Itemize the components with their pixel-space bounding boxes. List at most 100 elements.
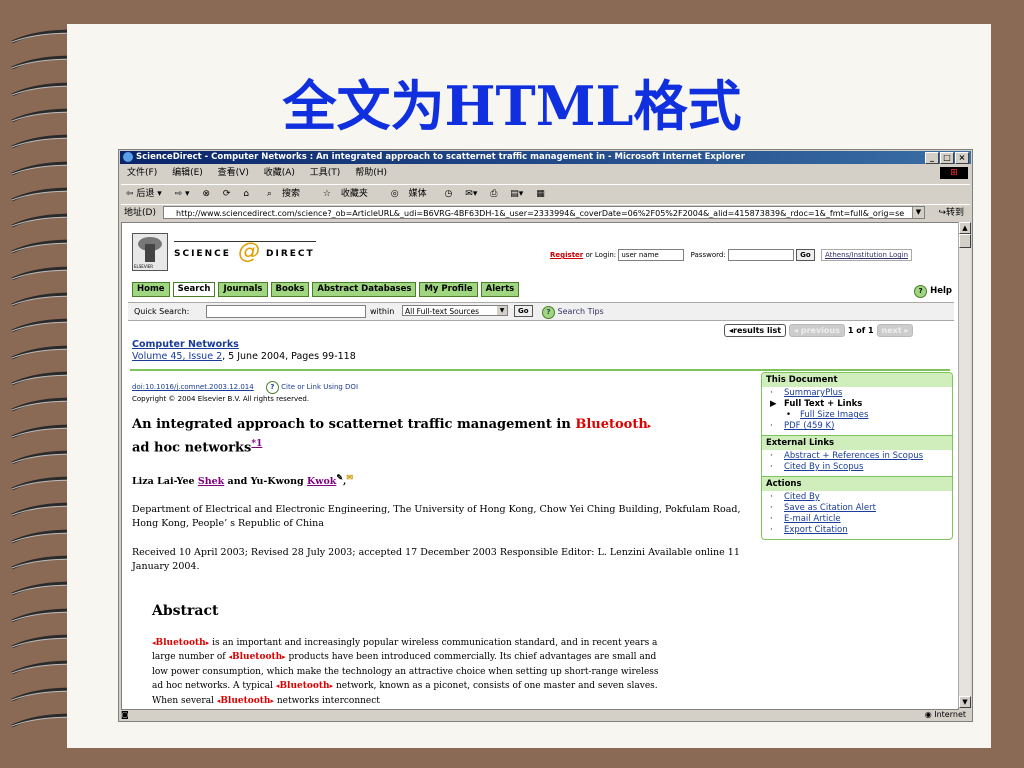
help-link[interactable]: ? Help xyxy=(914,285,952,298)
minimize-button[interactable]: _ xyxy=(925,152,939,164)
browser-toolbar: ⇦ 后退 ▾ ⇨ ▾ ⊗ ⟳ ⌂ ⌕ 搜索 ☆ 收藏夹 ◎ 媒体 ◷ ✉▾ ⎙ ▤▾ … xyxy=(121,184,970,203)
media-icon: ◎ xyxy=(390,189,399,199)
star-icon: ☆ xyxy=(322,189,331,199)
search-icon: ⌕ xyxy=(266,189,272,199)
email-icon[interactable]: ✉ xyxy=(346,473,353,482)
window-title: ScienceDirect - Computer Networks : An i… xyxy=(136,152,745,162)
chevron-down-icon: ▼ xyxy=(497,306,507,315)
doi-link[interactable]: doi:10.1016/j.comnet.2003.12.014 xyxy=(132,383,254,391)
discuss-icon[interactable]: ▦ xyxy=(536,189,545,199)
favorites-button[interactable]: ☆ 收藏夹 xyxy=(318,189,373,199)
nav-books[interactable]: Books xyxy=(270,282,310,297)
scroll-down-icon[interactable]: ▼ xyxy=(959,696,971,708)
vertical-scrollbar[interactable]: ▲ ▼ xyxy=(958,222,971,708)
results-list-button[interactable]: ◂results list xyxy=(724,324,787,337)
stop-icon[interactable]: ⊗ xyxy=(202,189,210,199)
back-button[interactable]: ⇦ 后退 ▾ xyxy=(126,189,162,199)
nav-home[interactable]: Home xyxy=(132,282,170,297)
full-size-images-link[interactable]: • Full Size Images xyxy=(770,410,948,421)
at-logo-icon: @ xyxy=(238,239,260,264)
scroll-thumb[interactable] xyxy=(959,234,971,248)
status-bar: ◙ ◉ Internet xyxy=(121,709,970,721)
abstract-body: ◂Bluetooth▸ is an important and increasi… xyxy=(152,638,659,706)
nav-my-profile[interactable]: My Profile xyxy=(419,282,478,297)
slide-title: 全文为HTML格式 xyxy=(282,74,742,138)
scroll-up-icon[interactable]: ▲ xyxy=(959,222,971,234)
cited-by-link[interactable]: · Cited By xyxy=(770,492,948,503)
footnote-link[interactable]: *1 xyxy=(251,439,262,449)
help-icon: ? xyxy=(542,306,555,319)
edit-note-icon[interactable]: ✎ xyxy=(336,473,343,482)
citation-alert-link[interactable]: · Save as Citation Alert xyxy=(770,503,948,514)
home-icon[interactable]: ⌂ xyxy=(243,189,249,199)
page-viewport[interactable]: ELSEVIER SCIENCE @ DIRECT Register or Logi… xyxy=(121,222,959,710)
refresh-icon[interactable]: ⟳ xyxy=(223,189,231,199)
window-titlebar[interactable]: ScienceDirect - Computer Networks : An i… xyxy=(120,151,971,164)
cite-doi-link[interactable]: ? Cite or Link Using DOI xyxy=(265,381,358,394)
menu-help[interactable]: 帮助(H) xyxy=(355,168,387,178)
history-icon[interactable]: ◷ xyxy=(445,189,453,199)
doi-block: doi:10.1016/j.comnet.2003.12.014 ? Cite … xyxy=(132,381,359,403)
edit-icon[interactable]: ▤▾ xyxy=(510,189,523,199)
password-input[interactable] xyxy=(727,249,794,261)
address-label: 地址(D) xyxy=(124,208,156,218)
quick-search-bar: Quick Search: within All Full-text Sourc… xyxy=(128,302,954,321)
close-button[interactable]: × xyxy=(955,152,969,164)
quick-search-input[interactable] xyxy=(206,305,366,318)
username-input[interactable]: user name xyxy=(618,249,685,261)
highlight-marker-icon: ▸ xyxy=(647,421,652,430)
this-document-heading: This Document xyxy=(762,373,952,387)
abstract-heading: Abstract xyxy=(152,603,219,619)
menu-edit[interactable]: 编辑(E) xyxy=(172,168,203,178)
pdf-link[interactable]: · PDF (459 K) xyxy=(770,421,948,432)
menu-favorites[interactable]: 收藏(A) xyxy=(264,168,295,178)
elsevier-tree-icon: ELSEVIER xyxy=(132,233,168,271)
globe-icon: ◉ xyxy=(924,710,932,719)
authors: Liza Lai-Yee Shek and Yu-Kwong Kwok✎,✉ xyxy=(132,473,353,488)
nav-abstract-databases[interactable]: Abstract Databases xyxy=(312,282,417,297)
sciencedirect-logo[interactable]: ELSEVIER SCIENCE @ DIRECT xyxy=(132,233,316,271)
cited-by-scopus-link[interactable]: · Cited By in Scopus xyxy=(770,462,948,473)
nav-journals[interactable]: Journals xyxy=(218,282,268,297)
maximize-button[interactable]: □ xyxy=(940,152,954,164)
help-icon: ? xyxy=(914,285,928,298)
help-icon: ? xyxy=(265,381,279,394)
page-status-icon: ◙ xyxy=(121,710,129,719)
ie-icon xyxy=(123,152,133,162)
menu-view[interactable]: 查看(V) xyxy=(218,168,249,178)
scopus-abstract-link[interactable]: · Abstract + References in Scopus xyxy=(770,451,948,462)
mail-icon[interactable]: ✉▾ xyxy=(465,189,477,199)
summaryplus-link[interactable]: · SummaryPlus xyxy=(770,388,948,399)
volume-link[interactable]: Volume 45, Issue 2 xyxy=(132,351,222,362)
forward-button[interactable]: ⇨ ▾ xyxy=(175,189,190,199)
result-count: 1 of 1 xyxy=(847,326,874,335)
address-dropdown-icon[interactable]: ▼ xyxy=(912,207,924,218)
search-scope-select[interactable]: All Full-text Sources ▼ xyxy=(402,305,508,316)
next-button: next ▸ xyxy=(876,324,914,337)
results-pager: ◂results list ◂ previous 1 of 1 next ▸ xyxy=(724,324,914,337)
print-icon[interactable]: ⎙ xyxy=(490,189,497,199)
menu-file[interactable]: 文件(F) xyxy=(127,168,157,178)
author-shek-link[interactable]: Shek xyxy=(198,476,224,487)
nav-search[interactable]: Search xyxy=(172,282,216,297)
register-link[interactable]: Register xyxy=(550,251,583,259)
nav-alerts[interactable]: Alerts xyxy=(480,282,520,297)
menu-bar: 文件(F) 编辑(E) 查看(V) 收藏(A) 工具(T) 帮助(H) xyxy=(121,165,970,181)
email-article-link[interactable]: · E-mail Article xyxy=(770,514,948,525)
journal-link[interactable]: Computer Networks xyxy=(132,339,239,350)
browser-window: ScienceDirect - Computer Networks : An i… xyxy=(118,149,973,722)
search-tips-link[interactable]: ? Search Tips xyxy=(542,303,604,320)
address-input[interactable]: http://www.sciencedirect.com/science?_ob… xyxy=(163,206,925,219)
external-links-heading: External Links xyxy=(762,435,952,450)
site-nav: Home Search Journals Books Abstract Data… xyxy=(132,282,520,297)
login-go-button[interactable]: Go xyxy=(796,249,815,261)
export-citation-link[interactable]: · Export Citation xyxy=(770,525,948,536)
quick-search-go-button[interactable]: Go xyxy=(514,305,533,317)
bluetooth-highlight[interactable]: Bluetooth xyxy=(575,417,647,432)
athens-login-link[interactable]: Athens/Institution Login xyxy=(820,249,913,261)
author-kwok-link[interactable]: Kwok xyxy=(307,476,336,487)
search-button[interactable]: ⌕ 搜索 xyxy=(262,189,305,199)
menu-tools[interactable]: 工具(T) xyxy=(310,168,341,178)
go-button[interactable]: ↪转到 xyxy=(938,205,964,222)
media-button[interactable]: ◎ 媒体 xyxy=(386,189,432,199)
